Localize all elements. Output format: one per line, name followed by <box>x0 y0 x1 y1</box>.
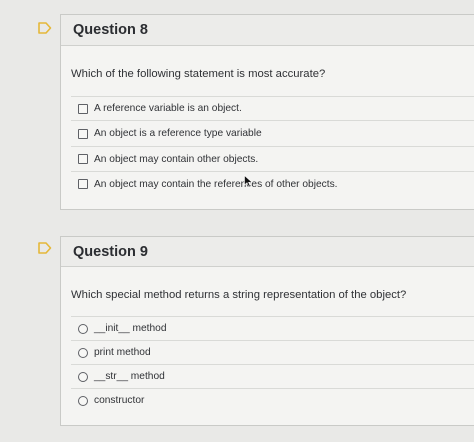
answer-option[interactable]: __init__ method <box>71 316 474 340</box>
question-card-9: Question 9 Which special method returns … <box>60 236 474 426</box>
answer-option[interactable]: An object is a reference type variable <box>71 120 474 146</box>
question-title: Question 9 <box>73 243 148 260</box>
checkbox[interactable] <box>78 154 88 164</box>
answer-label: constructor <box>94 395 145 406</box>
flag-icon[interactable] <box>38 242 52 254</box>
answer-option[interactable]: constructor <box>71 388 474 412</box>
checkbox[interactable] <box>78 179 88 189</box>
radio-button[interactable] <box>78 347 88 358</box>
radio-button[interactable] <box>78 323 88 334</box>
answer-option[interactable]: An object may contain the references of … <box>71 171 474 196</box>
answer-label: An object may contain other objects. <box>94 153 259 165</box>
answer-label: A reference variable is an object. <box>94 103 242 114</box>
flag-icon[interactable] <box>38 22 52 34</box>
question-card-8: Question 8 Which of the following statem… <box>60 14 474 210</box>
question-title: Question 8 <box>73 22 148 38</box>
answer-list: __init__ method print method __str__ met… <box>71 316 474 412</box>
question-header: Question 9 <box>61 237 474 267</box>
question-header: Question 8 <box>61 15 474 46</box>
question-prompt: Which of the following statement is most… <box>71 68 326 80</box>
answer-label: __init__ method <box>94 323 167 334</box>
checkbox[interactable] <box>78 103 88 114</box>
checkbox[interactable] <box>78 128 88 139</box>
question-prompt: Which special method returns a string re… <box>71 289 407 301</box>
answer-option[interactable]: A reference variable is an object. <box>71 96 474 120</box>
answer-option[interactable]: An object may contain other objects. <box>71 146 474 171</box>
answer-list: A reference variable is an object. An ob… <box>71 96 474 196</box>
radio-button[interactable] <box>78 395 88 406</box>
radio-button[interactable] <box>78 371 88 382</box>
answer-label: print method <box>94 347 151 358</box>
answer-label: An object may contain the references of … <box>94 178 338 190</box>
answer-label: An object is a reference type variable <box>94 128 262 139</box>
answer-option[interactable]: __str__ method <box>71 364 474 388</box>
answer-option[interactable]: print method <box>71 340 474 364</box>
mouse-pointer-icon <box>244 175 253 188</box>
answer-label: __str__ method <box>94 371 165 382</box>
